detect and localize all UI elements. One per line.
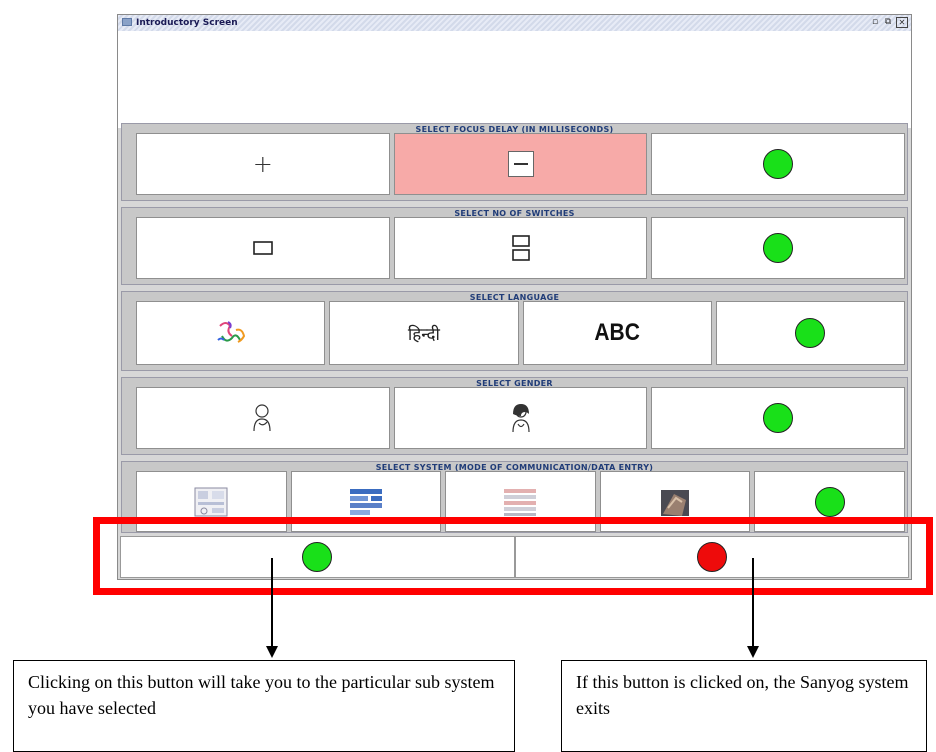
grid-layout-icon bbox=[349, 488, 382, 515]
window-title: Introductory Screen bbox=[136, 18, 238, 28]
system-option-4-button[interactable] bbox=[599, 471, 751, 532]
right-arrow-line bbox=[752, 558, 754, 648]
confirm-language-button[interactable] bbox=[715, 301, 905, 365]
hindi-language-button[interactable]: हिन्दी bbox=[329, 301, 519, 365]
left-arrow-head-icon bbox=[266, 646, 278, 658]
regional-script-icon bbox=[216, 321, 245, 343]
minimize-icon[interactable]: ▫ bbox=[869, 17, 881, 28]
decrease-delay-button[interactable] bbox=[393, 133, 648, 195]
male-person-icon bbox=[253, 404, 271, 432]
switches-panel: SELECT NO OF SWITCHES bbox=[121, 207, 908, 285]
app-icon bbox=[122, 18, 132, 26]
single-switch-icon bbox=[253, 241, 273, 255]
focus-delay-panel: SELECT FOCUS DELAY (IN MILLISECONDS) + bbox=[121, 123, 908, 201]
male-gender-button[interactable] bbox=[136, 387, 390, 449]
green-circle-icon bbox=[795, 318, 826, 348]
confirm-gender-button[interactable] bbox=[651, 387, 906, 449]
female-gender-button[interactable] bbox=[393, 387, 648, 449]
maximize-icon[interactable]: ⧉ bbox=[882, 17, 894, 28]
hindi-label: हिन्दी bbox=[407, 324, 440, 345]
regional-language-button[interactable] bbox=[136, 301, 326, 365]
close-icon[interactable]: ✕ bbox=[896, 17, 908, 28]
minus-icon bbox=[507, 151, 534, 177]
right-arrow-head-icon bbox=[747, 646, 759, 658]
exit-callout: If this button is clicked on, the Sanyog… bbox=[561, 660, 927, 752]
confirm-switches-button[interactable] bbox=[651, 217, 906, 279]
system-option-3-button[interactable] bbox=[445, 471, 596, 532]
two-switch-icon bbox=[511, 235, 530, 261]
confirm-system-button[interactable] bbox=[754, 471, 905, 532]
text-rows-icon bbox=[504, 488, 537, 516]
exit-button[interactable] bbox=[514, 536, 909, 578]
system-panel: SELECT SYSTEM (MODE OF COMMUNICATION/DAT… bbox=[121, 461, 908, 533]
green-circle-icon bbox=[763, 403, 794, 433]
left-arrow-line bbox=[271, 558, 273, 648]
proceed-exit-row bbox=[120, 536, 909, 578]
system-option-2-button[interactable] bbox=[290, 471, 442, 532]
language-panel: SELECT LANGUAGE हिन्दी ABC bbox=[121, 291, 908, 371]
introductory-screen-window: Introductory Screen ▫ ⧉ ✕ SELECT FOCUS D… bbox=[117, 14, 912, 580]
top-display-area bbox=[118, 31, 911, 128]
two-switch-button[interactable] bbox=[393, 217, 648, 279]
gender-panel: SELECT GENDER bbox=[121, 377, 908, 455]
plus-icon: + bbox=[252, 150, 273, 178]
english-label: ABC bbox=[594, 319, 640, 346]
female-person-icon bbox=[511, 404, 530, 433]
symbol-board-icon bbox=[194, 487, 228, 516]
green-circle-icon bbox=[814, 486, 845, 517]
proceed-button[interactable] bbox=[120, 536, 515, 578]
title-bar: Introductory Screen ▫ ⧉ ✕ bbox=[118, 15, 911, 32]
proceed-callout: Clicking on this button will take you to… bbox=[13, 660, 515, 752]
green-circle-icon bbox=[302, 542, 333, 572]
red-circle-icon bbox=[696, 542, 727, 572]
green-circle-icon bbox=[763, 149, 794, 179]
single-switch-button[interactable] bbox=[136, 217, 390, 279]
increase-delay-button[interactable]: + bbox=[136, 133, 390, 195]
green-circle-icon bbox=[763, 233, 794, 263]
confirm-delay-button[interactable] bbox=[651, 133, 906, 195]
english-language-button[interactable]: ABC bbox=[522, 301, 712, 365]
keyboard-hand-icon bbox=[661, 489, 690, 516]
system-option-1-button[interactable] bbox=[136, 471, 287, 532]
